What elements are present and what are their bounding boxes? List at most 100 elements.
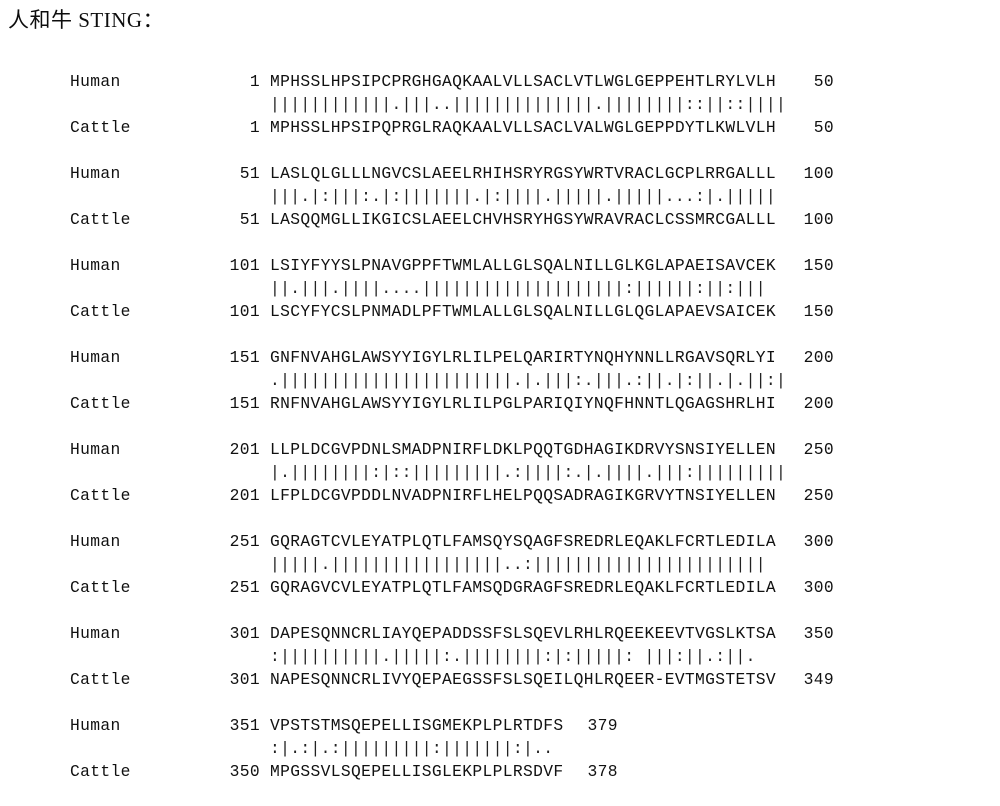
subject-start-position: 201 xyxy=(229,486,260,505)
sequence-label-query: Human xyxy=(70,716,121,735)
alignment-block: Human 151 GNFNVAHGLAWSYYIGYLRLILPELQARIRTY… xyxy=(0,346,1000,415)
alignment-query-row: Human 251 GQRAGTCVLEYATPLQTLFAMSQYSQAGFSRE… xyxy=(0,530,1000,553)
query-sequence: LLPLDCGVPDNLSMADPNIRFLDKLPQQTGDHAGIKDRVY… xyxy=(270,440,777,459)
sequence-label-query: Human xyxy=(70,624,121,643)
sequence-alignment: Human 1 MPHSSLHPSIPCPRGHGAQKAALVLLSACLVTLW… xyxy=(0,70,1000,806)
match-symbols: :||||||||||.|||||:.||||||||:|:|||||: |||… xyxy=(270,647,756,666)
alignment-subject-row: Cattle 251 GQRAGVCVLEYATPLQTLFAMSQDGRAGFSR… xyxy=(0,576,1000,599)
subject-start-position: 1 xyxy=(249,118,260,137)
query-start-position: 51 xyxy=(239,164,260,183)
alignment-query-row: Human 351 VPSTSTMSQEPELLISGMEKPLPLRTDFS 379 xyxy=(0,714,1000,737)
subject-end-position: 378 xyxy=(587,762,618,781)
match-symbols: |||||.|||||||||||||||||..:||||||||||||||… xyxy=(270,555,766,574)
alignment-subject-row: Cattle 301 NAPESQNNCRLIVYQEPAEGSSFSLSQEILQ… xyxy=(0,668,1000,691)
subject-start-position: 350 xyxy=(229,762,260,781)
query-sequence: GNFNVAHGLAWSYYIGYLRLILPELQARIRTYNQHYNNLL… xyxy=(270,348,777,367)
sequence-label-subject: Cattle xyxy=(70,486,131,505)
alignment-block: Human 51 LASLQLGLLLNGVCSLAEELRHIHSRYRGSYWR… xyxy=(0,162,1000,231)
subject-end-position: 50 xyxy=(813,118,835,137)
query-start-position: 101 xyxy=(229,256,260,275)
page-title: 人和牛 STING： xyxy=(8,8,165,32)
match-symbols: :|.:|.:|||||||||:|||||||:|.. xyxy=(270,739,554,758)
alignment-match-row: .|||||||||||||||||||||||.|.|||:.|||.:||.… xyxy=(0,369,1000,392)
query-sequence: GQRAGTCVLEYATPLQTLFAMSQYSQAGFSREDRLEQAKL… xyxy=(270,532,777,551)
alignment-query-row: Human 1 MPHSSLHPSIPCPRGHGAQKAALVLLSACLVTLW… xyxy=(0,70,1000,93)
subject-sequence: LSCYFYCSLPNMADLPFTWMLALLGLSQALNILLGLQGLA… xyxy=(270,302,777,321)
alignment-block: Human 1 MPHSSLHPSIPCPRGHGAQKAALVLLSACLVTLW… xyxy=(0,70,1000,139)
subject-sequence: NAPESQNNCRLIVYQEPAEGSSFSLSQEILQHLRQEER-E… xyxy=(270,670,777,689)
sequence-label-query: Human xyxy=(70,164,121,183)
sequence-label-query: Human xyxy=(70,72,121,91)
alignment-query-row: Human 201 LLPLDCGVPDNLSMADPNIRFLDKLPQQTGDH… xyxy=(0,438,1000,461)
subject-start-position: 101 xyxy=(229,302,260,321)
sequence-label-subject: Cattle xyxy=(70,578,131,597)
alignment-block: Human 301 DAPESQNNCRLIAYQEPADDSSFSLSQEVLRH… xyxy=(0,622,1000,691)
sequence-label-query: Human xyxy=(70,348,121,367)
subject-sequence: MPHSSLHPSIPQPRGLRAQKAALVLLSACLVALWGLGEPP… xyxy=(270,118,777,137)
subject-sequence: RNFNVAHGLAWSYYIGYLRLILPGLPARIQIYNQFHNNTL… xyxy=(270,394,777,413)
query-end-position: 300 xyxy=(803,532,835,551)
query-start-position: 301 xyxy=(229,624,260,643)
alignment-subject-row: Cattle 51 LASQQMGLLIKGICSLAEELCHVHSRYHGSYW… xyxy=(0,208,1000,231)
subject-start-position: 301 xyxy=(229,670,260,689)
alignment-query-row: Human 101 LSIYFYYSLPNAVGPPFTWMLALLGLSQALNI… xyxy=(0,254,1000,277)
alignment-block: Human 251 GQRAGTCVLEYATPLQTLFAMSQYSQAGFSRE… xyxy=(0,530,1000,599)
subject-end-position: 250 xyxy=(803,486,835,505)
alignment-subject-row: Cattle 1 MPHSSLHPSIPQPRGLRAQKAALVLLSACLVAL… xyxy=(0,116,1000,139)
subject-end-position: 150 xyxy=(803,302,835,321)
alignment-match-row: |.||||||||:|::|||||||||.:||||:.|.||||.||… xyxy=(0,461,1000,484)
match-symbols: .|||||||||||||||||||||||.|.|||:.|||.:||.… xyxy=(270,371,787,390)
sequence-label-subject: Cattle xyxy=(70,118,131,137)
query-end-position: 50 xyxy=(813,72,835,91)
alignment-subject-row: Cattle 350 MPGSSVLSQEPELLISGLEKPLPLRSDVF 37… xyxy=(0,760,1000,783)
query-start-position: 1 xyxy=(249,72,260,91)
query-end-position: 350 xyxy=(803,624,835,643)
match-symbols: |.||||||||:|::|||||||||.:||||:.|.||||.||… xyxy=(270,463,787,482)
query-start-position: 251 xyxy=(229,532,260,551)
alignment-match-row: |||.|:|||:.|:|||||||.|:||||.|||||.|||||.… xyxy=(0,185,1000,208)
subject-start-position: 151 xyxy=(229,394,260,413)
match-symbols: ||||||||||||.|||..||||||||||||||.|||||||… xyxy=(270,95,787,114)
subject-end-position: 300 xyxy=(803,578,835,597)
query-start-position: 151 xyxy=(229,348,260,367)
match-symbols: |||.|:|||:.|:|||||||.|:||||.|||||.|||||.… xyxy=(270,187,777,206)
subject-sequence: LASQQMGLLIKGICSLAEELCHVHSRYHGSYWRAVRACLC… xyxy=(270,210,777,229)
alignment-subject-row: Cattle 101 LSCYFYCSLPNMADLPFTWMLALLGLSQALN… xyxy=(0,300,1000,323)
query-end-position: 200 xyxy=(803,348,835,367)
query-end-position: 100 xyxy=(803,164,835,183)
sequence-label-subject: Cattle xyxy=(70,394,131,413)
query-start-position: 351 xyxy=(229,716,260,735)
alignment-query-row: Human 51 LASLQLGLLLNGVCSLAEELRHIHSRYRGSYWR… xyxy=(0,162,1000,185)
alignment-match-row: ||||||||||||.|||..||||||||||||||.|||||||… xyxy=(0,93,1000,116)
sequence-label-query: Human xyxy=(70,532,121,551)
query-end-position: 379 xyxy=(587,716,618,735)
sequence-label-subject: Cattle xyxy=(70,302,131,321)
query-sequence: VPSTSTMSQEPELLISGMEKPLPLRTDFS xyxy=(270,716,564,735)
query-end-position: 250 xyxy=(803,440,835,459)
alignment-match-row: :|.:|.:|||||||||:|||||||:|.. xyxy=(0,737,1000,760)
subject-sequence: LFPLDCGVPDDLNVADPNIRFLHELPQQSADRAGIKGRVY… xyxy=(270,486,777,505)
alignment-match-row: |||||.|||||||||||||||||..:||||||||||||||… xyxy=(0,553,1000,576)
subject-sequence: GQRAGVCVLEYATPLQTLFAMSQDGRAGFSREDRLEQAKL… xyxy=(270,578,777,597)
subject-start-position: 51 xyxy=(239,210,260,229)
query-sequence: DAPESQNNCRLIAYQEPADDSSFSLSQEVLRHLRQEEKEE… xyxy=(270,624,777,643)
alignment-block: Human 201 LLPLDCGVPDNLSMADPNIRFLDKLPQQTGDH… xyxy=(0,438,1000,507)
query-sequence: LSIYFYYSLPNAVGPPFTWMLALLGLSQALNILLGLKGLA… xyxy=(270,256,777,275)
sequence-label-query: Human xyxy=(70,440,121,459)
subject-end-position: 349 xyxy=(803,670,835,689)
subject-start-position: 251 xyxy=(229,578,260,597)
query-start-position: 201 xyxy=(229,440,260,459)
alignment-query-row: Human 301 DAPESQNNCRLIAYQEPADDSSFSLSQEVLRH… xyxy=(0,622,1000,645)
alignment-subject-row: Cattle 201 LFPLDCGVPDDLNVADPNIRFLHELPQQSAD… xyxy=(0,484,1000,507)
alignment-block: Human 101 LSIYFYYSLPNAVGPPFTWMLALLGLSQALNI… xyxy=(0,254,1000,323)
alignment-match-row: :||||||||||.|||||:.||||||||:|:|||||: |||… xyxy=(0,645,1000,668)
query-sequence: LASLQLGLLLNGVCSLAEELRHIHSRYRGSYWRTVRACLG… xyxy=(270,164,777,183)
alignment-block: Human 351 VPSTSTMSQEPELLISGMEKPLPLRTDFS 379… xyxy=(0,714,1000,783)
match-symbols: ||.|||.||||....||||||||||||||||||||:||||… xyxy=(270,279,766,298)
sequence-label-query: Human xyxy=(70,256,121,275)
alignment-match-row: ||.|||.||||....||||||||||||||||||||:||||… xyxy=(0,277,1000,300)
sequence-label-subject: Cattle xyxy=(70,670,131,689)
query-end-position: 150 xyxy=(803,256,835,275)
sequence-label-subject: Cattle xyxy=(70,210,131,229)
subject-end-position: 100 xyxy=(803,210,835,229)
